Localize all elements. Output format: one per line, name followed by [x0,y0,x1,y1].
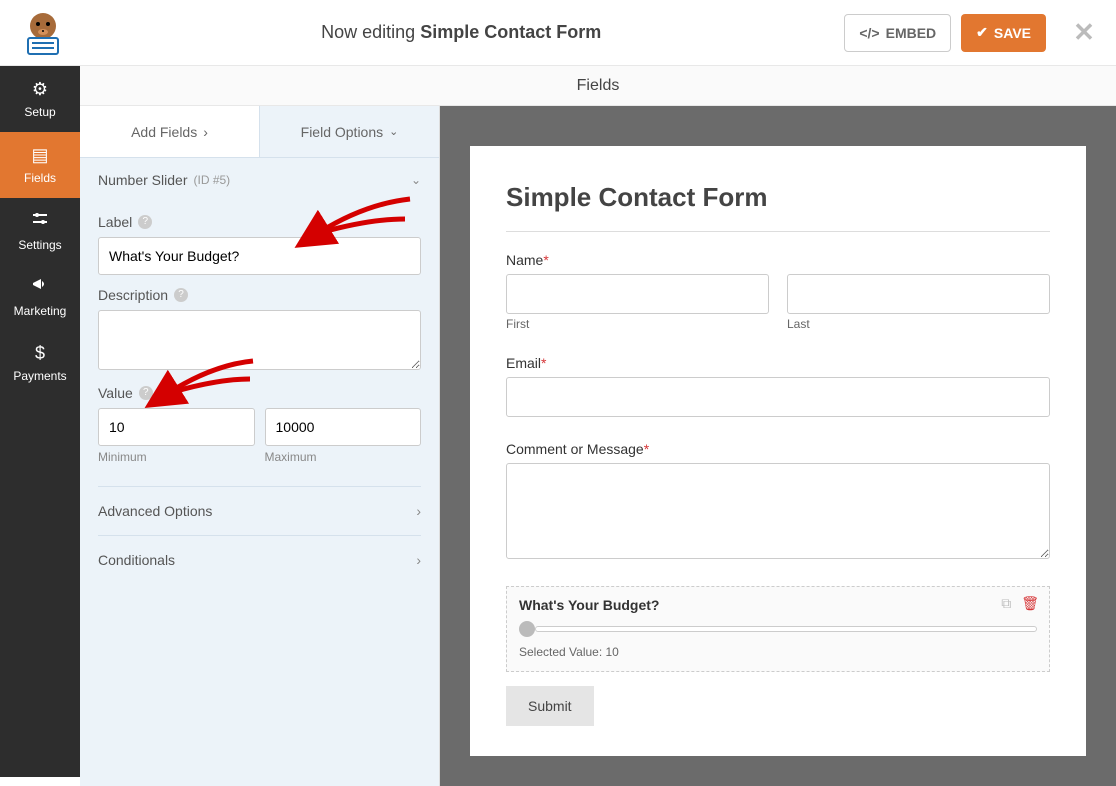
email-input[interactable] [506,377,1050,417]
label-input[interactable] [98,237,421,275]
last-sublabel: Last [787,317,1050,331]
chevron-right-icon: › [416,552,421,568]
embed-button[interactable]: </> EMBED [844,14,951,52]
max-sublabel: Maximum [265,450,422,464]
duplicate-icon[interactable]: ⧉ [1001,595,1011,612]
budget-slider[interactable] [519,621,1037,637]
submit-button[interactable]: Submit [506,686,594,726]
field-header[interactable]: Number Slider (ID #5) ⌄ [80,158,439,202]
comment-input[interactable] [506,463,1050,559]
save-button[interactable]: ✔ SAVE [961,14,1046,52]
value-label: Value? [98,385,421,401]
comment-label: Comment or Message* [506,441,1050,457]
nav-marketing[interactable]: Marketing [0,264,80,330]
help-icon[interactable]: ? [138,215,152,229]
tab-field-options[interactable]: Field Options ⌄ [260,106,439,158]
email-label: Email* [506,355,1050,371]
slider-track[interactable] [535,626,1037,632]
bullhorn-icon [31,276,49,299]
wpforms-logo [18,8,68,58]
max-input[interactable] [265,408,422,446]
chevron-right-icon: › [203,124,208,140]
last-name-input[interactable] [787,274,1050,314]
nav-payments[interactable]: $ Payments [0,330,80,396]
nav-setup[interactable]: ⚙ Setup [0,66,80,132]
code-icon: </> [859,25,879,41]
nav-fields[interactable]: ▤ Fields [0,132,80,198]
form-title: Simple Contact Form [506,182,1050,213]
description-input[interactable] [98,310,421,370]
dollar-icon: $ [35,343,45,364]
tab-add-fields[interactable]: Add Fields › [80,106,260,158]
label-label: Label? [98,214,421,230]
slider-knob[interactable] [519,621,535,637]
trash-icon[interactable]: 🗑 [1021,595,1039,612]
budget-field-block[interactable]: ⧉ 🗑 What's Your Budget? Selected Value: … [506,586,1050,672]
page-title: Now editing Simple Contact Form [78,22,844,43]
min-input[interactable] [98,408,255,446]
first-name-input[interactable] [506,274,769,314]
budget-label: What's Your Budget? [519,597,1037,613]
close-icon[interactable]: ✕ [1070,17,1098,48]
sub-header: Fields [80,66,1116,106]
help-icon[interactable]: ? [174,288,188,302]
conditionals-toggle[interactable]: Conditionals› [98,536,421,584]
name-label: Name* [506,252,1050,268]
gear-icon: ⚙ [32,79,48,100]
list-icon: ▤ [31,145,48,166]
side-nav: ⚙ Setup ▤ Fields Settings Marketing $ Pa… [0,66,80,777]
chevron-right-icon: › [416,503,421,519]
min-sublabel: Minimum [98,450,255,464]
first-sublabel: First [506,317,769,331]
chevron-down-icon: ⌄ [389,125,398,138]
help-icon[interactable]: ? [139,386,153,400]
selected-value-text: Selected Value: 10 [519,645,1037,659]
chevron-down-icon: ⌄ [411,173,421,187]
form-preview: Simple Contact Form Name* First Last [470,146,1086,756]
check-icon: ✔ [976,24,988,41]
description-label: Description? [98,287,421,303]
nav-settings[interactable]: Settings [0,198,80,264]
advanced-options-toggle[interactable]: Advanced Options› [98,487,421,536]
sliders-icon [31,210,49,233]
